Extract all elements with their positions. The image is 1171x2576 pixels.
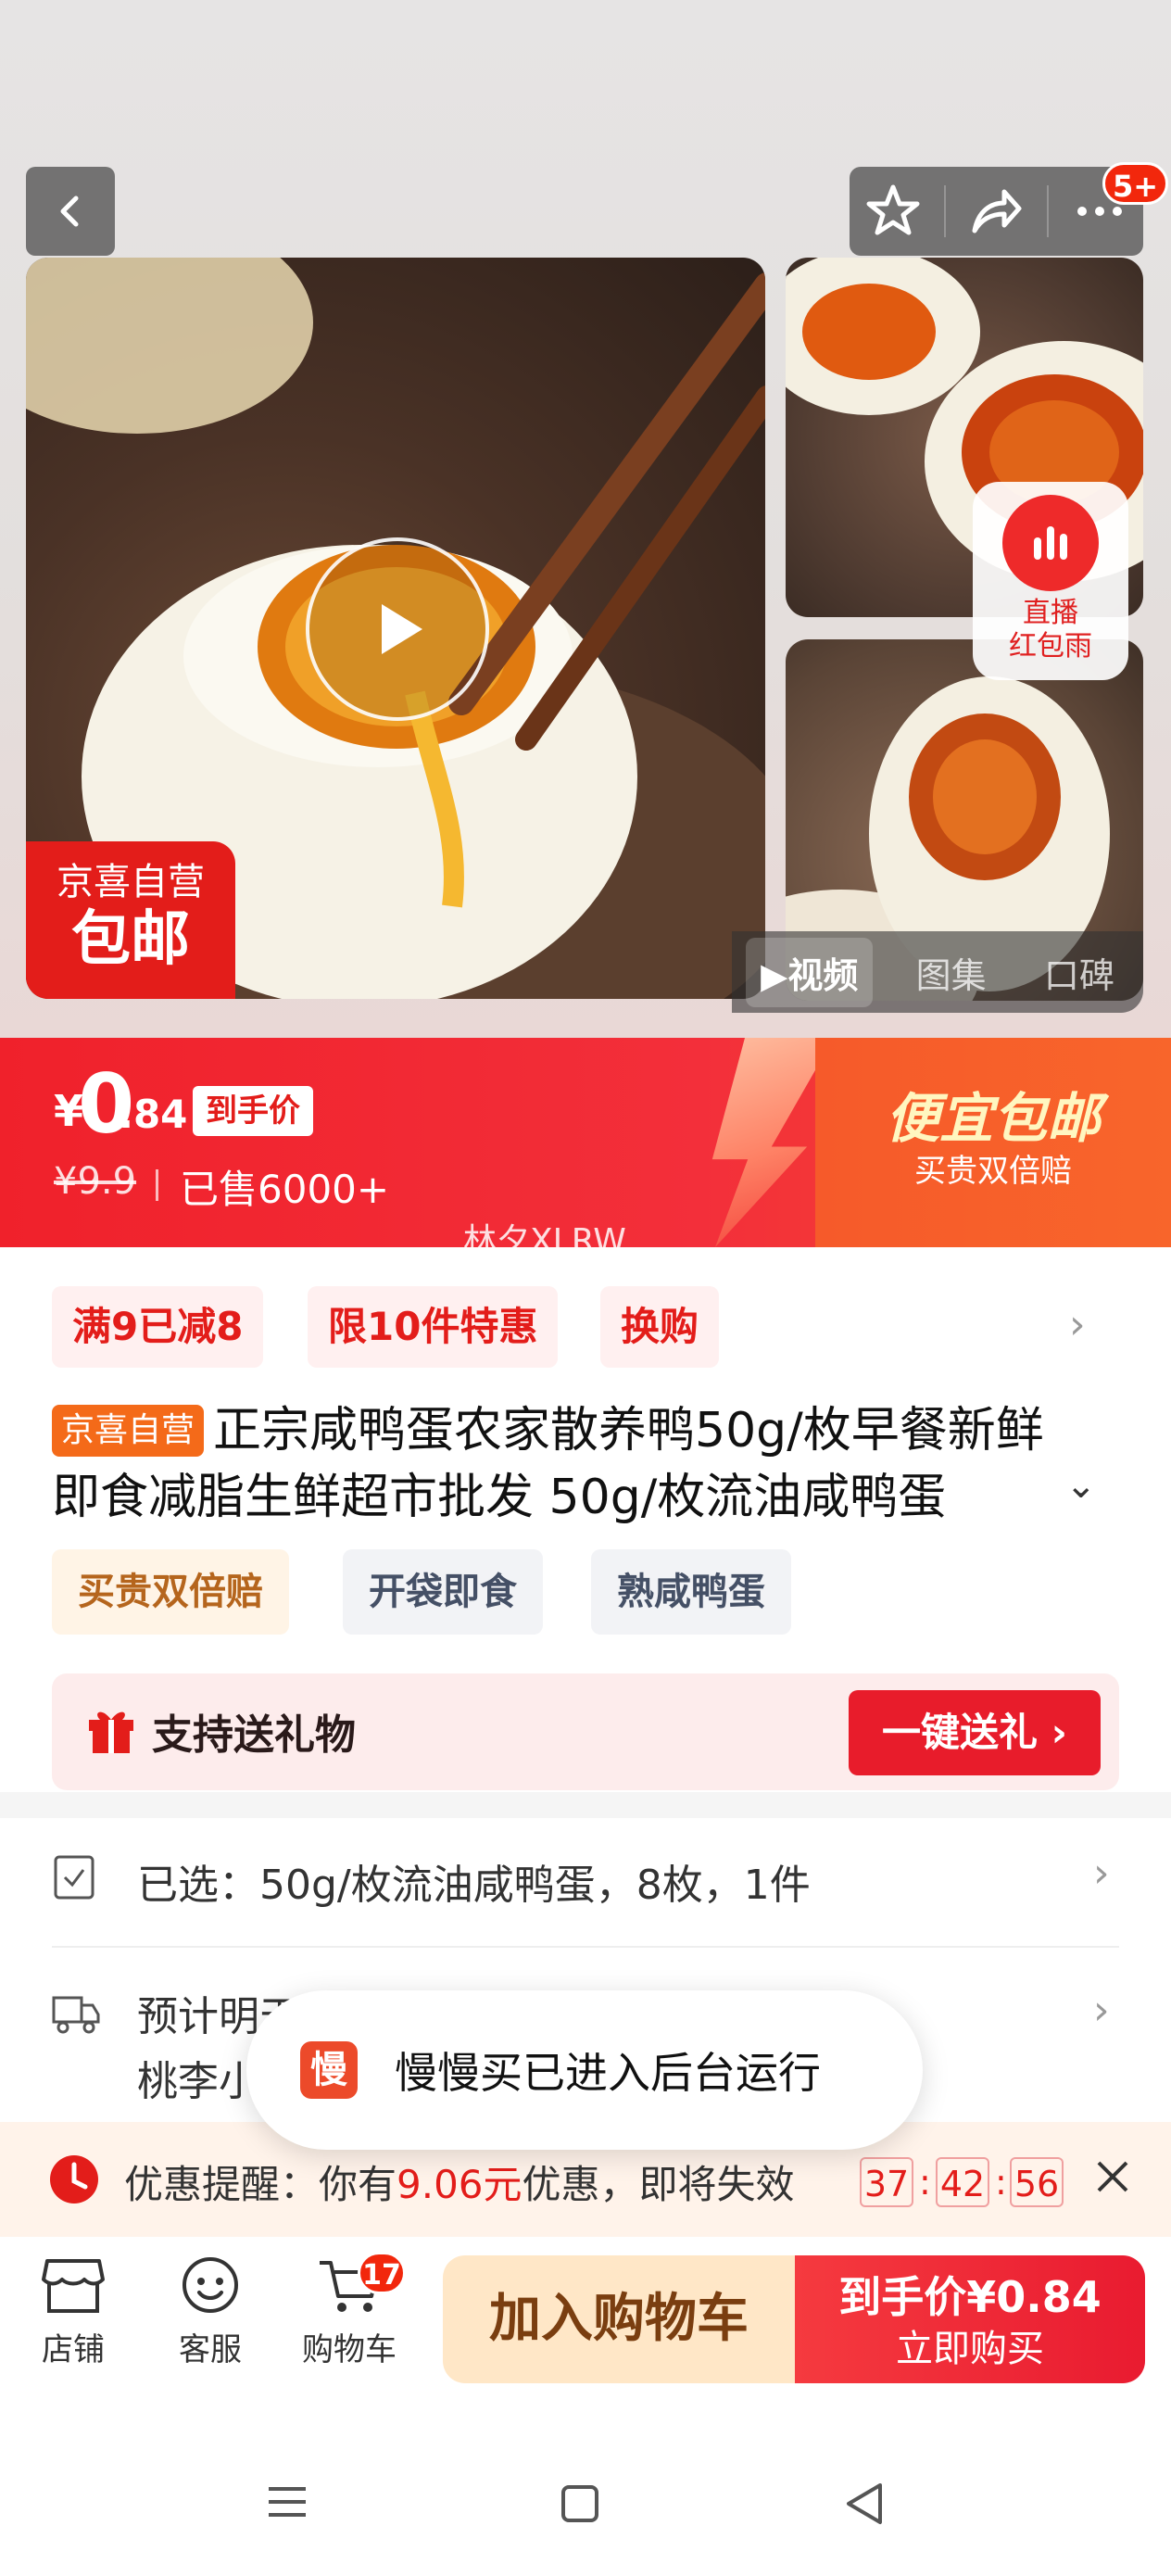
- service-tag-double-refund: 买贵双倍赔: [52, 1549, 289, 1635]
- promo-chevron-right-icon[interactable]: ›: [1069, 1301, 1086, 1348]
- sold-count: 已售6000+: [180, 1167, 390, 1212]
- final-price-tag: 到手价: [193, 1086, 313, 1136]
- close-coupon-button[interactable]: [1091, 2155, 1134, 2202]
- selected-icon: [52, 1853, 96, 1905]
- coupon-reminder-text: 优惠提醒：你有9.06元优惠，即将失效: [124, 2153, 795, 2210]
- clock-svg: [50, 2155, 98, 2203]
- live-label-line1: 直播: [1023, 597, 1078, 629]
- gift-icon: [85, 1703, 137, 1759]
- service-tag-cooked-egg: 熟咸鸭蛋: [591, 1549, 791, 1635]
- selected-spec-text[interactable]: 已选：50g/枚流油咸鸭蛋，8枚，1件: [137, 1851, 811, 1911]
- toast-message: 慢慢买已进入后台运行: [395, 2048, 821, 2098]
- ribbon-line2: 包邮: [71, 905, 190, 974]
- service-label: 客服: [179, 2331, 242, 2368]
- clipboard-check-icon: [54, 1855, 94, 1900]
- tab-reviews[interactable]: 口碑: [1029, 938, 1129, 1007]
- delivery-truck-icon: [52, 1992, 100, 2039]
- timer-minutes: 42: [936, 2157, 989, 2207]
- back-nav-button[interactable]: [843, 2481, 886, 2530]
- divider: [1047, 185, 1050, 237]
- overlay-watermark-text: 林夕XLRW: [463, 1222, 626, 1260]
- lightning-decoration: [711, 1038, 834, 1247]
- cart-count-badge: 17: [358, 2252, 406, 2294]
- top-actions: [850, 167, 1143, 256]
- service-tag-ready-to-eat: 开袋即食: [343, 1549, 543, 1635]
- close-icon: [1097, 2161, 1128, 2192]
- promo-chip-limited[interactable]: 限10件特惠: [308, 1286, 559, 1368]
- row-divider: [52, 1946, 1119, 1948]
- gift-box-svg: [89, 1711, 133, 1753]
- live-icon: [1002, 495, 1099, 591]
- live-label-line2: 红包雨: [1009, 630, 1092, 663]
- play-icon: [382, 604, 422, 654]
- price-decimal: .84: [119, 1092, 188, 1137]
- store-label: 店铺: [42, 2331, 105, 2368]
- buy-final-price: 到手价¥0.84: [838, 2272, 1102, 2322]
- section-divider: [0, 1792, 1171, 1818]
- notification-badge: 5+: [1102, 162, 1169, 205]
- store-icon: [42, 2259, 105, 2313]
- share-icon: [972, 189, 1022, 234]
- coupon-amount: 9.06元: [397, 2162, 523, 2207]
- timer-seconds: 56: [1010, 2157, 1064, 2207]
- square-home-icon: [561, 2485, 598, 2522]
- coupon-prefix: 优惠提醒：你有: [124, 2162, 397, 2207]
- live-red-packet-widget[interactable]: 直播 红包雨: [973, 482, 1128, 680]
- tab-gallery[interactable]: 图集: [901, 938, 1001, 1007]
- ribbon-line1: 京喜自营: [57, 861, 205, 903]
- home-nav-button[interactable]: [560, 2483, 600, 2528]
- background-running-toast: 慢 慢慢买已进入后台运行: [246, 1990, 923, 2150]
- tab-video-label: 视频: [787, 954, 859, 996]
- self-operated-ribbon: 京喜自营 包邮: [26, 841, 235, 999]
- chevron-left-icon: [60, 196, 79, 227]
- play-video-button[interactable]: [306, 537, 489, 721]
- double-refund-subtitle: 买贵双倍赔: [914, 1153, 1072, 1190]
- self-operated-tag: 京喜自营: [52, 1405, 205, 1457]
- favorite-button[interactable]: [856, 174, 930, 248]
- clock-icon: [48, 2153, 100, 2209]
- timer-hours: 37: [860, 2157, 913, 2207]
- cheap-free-shipping-panel: 便宜包邮 买贵双倍赔: [815, 1038, 1171, 1247]
- cheap-free-shipping-title: 便宜包邮: [885, 1087, 1101, 1150]
- share-button[interactable]: [959, 174, 1033, 248]
- gift-button-label: 一键送礼: [882, 1710, 1039, 1755]
- chat-smile-icon: [183, 2257, 238, 2313]
- selected-chevron-right-icon[interactable]: ›: [1093, 1850, 1110, 1897]
- tab-video[interactable]: ▶视频: [746, 937, 874, 1007]
- original-price: ¥9.9: [54, 1160, 137, 1203]
- truck-svg: [52, 1996, 100, 2034]
- back-button[interactable]: [26, 167, 115, 256]
- triangle-back-icon: [847, 2483, 882, 2524]
- cart-label: 购物车: [302, 2331, 397, 2368]
- customer-service-button[interactable]: 客服: [159, 2254, 261, 2369]
- one-click-gift-button[interactable]: 一键送礼 ›: [849, 1690, 1101, 1775]
- manmanmai-app-icon: 慢: [300, 2041, 358, 2099]
- live-bars-icon: [1034, 526, 1067, 560]
- timer-colon: :: [995, 2162, 1007, 2203]
- menu-lines-icon: [269, 2487, 306, 2517]
- product-title: 京喜自营 正宗咸鸭蛋农家散养鸭50g/枚早餐新鲜即食减脂生鲜超市批发 50g/枚流…: [52, 1397, 1089, 1531]
- expand-title-chevron-icon[interactable]: ⌄: [1065, 1464, 1097, 1507]
- promo-chip-discount[interactable]: 满9已减8: [52, 1286, 264, 1368]
- play-small-icon: ▶: [761, 954, 788, 996]
- delivery-chevron-right-icon[interactable]: ›: [1093, 1987, 1110, 2034]
- media-tabs: ▶视频 图集 口碑: [732, 931, 1143, 1013]
- buy-now-button[interactable]: 到手价¥0.84 立即购买: [795, 2255, 1145, 2383]
- star-icon: [866, 184, 920, 235]
- menu-nav-button[interactable]: [265, 2483, 309, 2524]
- divider: [943, 185, 946, 237]
- coupon-suffix: 优惠，即将失效: [522, 2162, 795, 2207]
- gift-support-label: 支持送礼物: [152, 1711, 356, 1759]
- store-button[interactable]: 店铺: [22, 2254, 124, 2369]
- timer-colon: :: [919, 2162, 931, 2203]
- promo-chip-exchange[interactable]: 换购: [600, 1286, 720, 1368]
- buy-now-label: 立即购买: [896, 2328, 1044, 2370]
- price-separator: [156, 1169, 158, 1201]
- add-to-cart-button[interactable]: 加入购物车: [443, 2255, 795, 2383]
